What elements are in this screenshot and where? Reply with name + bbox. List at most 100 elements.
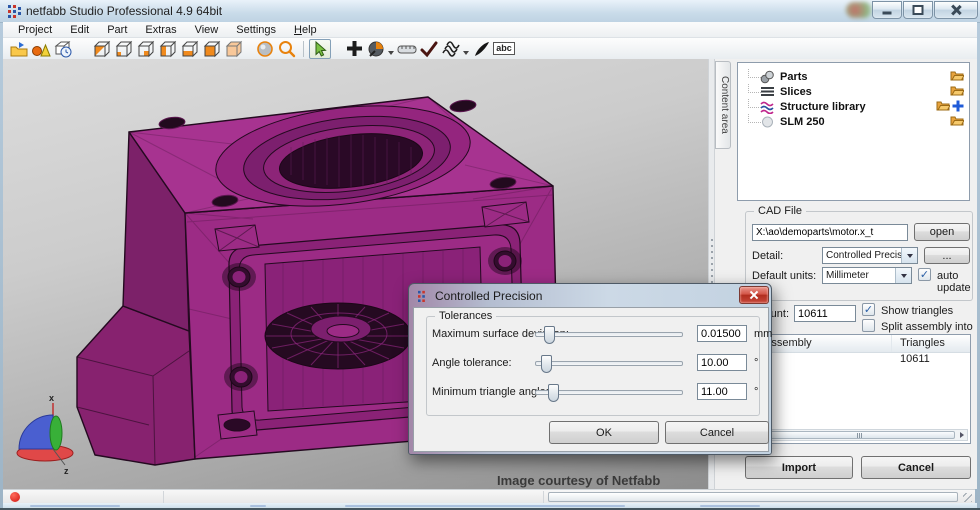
add-structure-plus-icon[interactable] <box>952 100 964 112</box>
panel-cancel-button[interactable]: Cancel <box>861 456 971 479</box>
slider-thumb[interactable] <box>541 355 552 373</box>
arrow-right-icon <box>959 432 964 438</box>
view-cube-3-button[interactable] <box>134 39 156 59</box>
new-primitives-button[interactable] <box>30 39 52 59</box>
desktop-artifact <box>700 505 760 507</box>
view-cube-6-button[interactable] <box>200 39 222 59</box>
tree-item-slm-250[interactable]: SLM 250 <box>738 114 969 129</box>
dialog-cancel-button[interactable]: Cancel <box>665 421 769 444</box>
status-bar <box>3 489 975 503</box>
angle-tolerance-label: Angle tolerance: <box>432 357 512 369</box>
support-dropdown-icon[interactable] <box>463 50 469 55</box>
status-separator <box>163 491 164 503</box>
part-history-button[interactable] <box>52 39 74 59</box>
table-horizontal-scrollbar[interactable] <box>762 429 968 441</box>
resize-grip[interactable] <box>963 493 972 502</box>
title-bar[interactable]: netfabb Studio Professional 4.9 64bit <box>0 0 980 23</box>
menu-settings[interactable]: Settings <box>227 24 285 36</box>
tree-connector <box>748 84 761 93</box>
toolbar: abc <box>3 38 977 60</box>
view-cube-1-button[interactable] <box>90 39 112 59</box>
zoom-tool-button[interactable] <box>276 39 298 59</box>
menu-view[interactable]: View <box>186 24 228 36</box>
desktop-artifact <box>345 505 625 507</box>
import-button[interactable]: Import <box>745 456 853 479</box>
mm-unit-label: mm <box>754 328 773 340</box>
primitives-icon <box>32 43 51 56</box>
detail-combo[interactable]: Controlled Precision <box>822 247 918 264</box>
dialog-close-button[interactable] <box>739 286 769 304</box>
repair-dropdown-icon[interactable] <box>388 50 394 55</box>
view-cube-7-button[interactable] <box>222 39 244 59</box>
repair-tool-button[interactable] <box>365 39 387 59</box>
restore-button[interactable] <box>903 1 933 19</box>
view-cube-2-button[interactable] <box>112 39 134 59</box>
view-cube-5-button[interactable] <box>178 39 200 59</box>
controlled-precision-dialog[interactable]: Controlled Precision Tolerances Maximum … <box>408 283 772 455</box>
move-part-button[interactable] <box>343 39 365 59</box>
min-triangle-angle-value[interactable] <box>697 383 747 400</box>
close-button[interactable] <box>934 1 978 19</box>
close-icon <box>951 5 961 15</box>
menu-project[interactable]: Project <box>9 24 61 36</box>
angle-tolerance-slider[interactable] <box>535 355 683 373</box>
open-folder-icon[interactable] <box>950 115 964 126</box>
minimize-button[interactable] <box>872 1 902 19</box>
units-combo[interactable]: Millimeter <box>822 267 912 284</box>
table-row[interactable]: 10611 <box>760 353 970 369</box>
glass-reflection <box>846 2 872 18</box>
shading-sphere-button[interactable] <box>254 39 276 59</box>
max-surface-deviation-slider[interactable] <box>535 326 683 344</box>
ok-button[interactable]: OK <box>549 421 659 444</box>
detail-more-button[interactable]: ... <box>924 247 970 264</box>
desktop-artifact <box>250 505 266 507</box>
cube-clock-icon <box>54 40 72 57</box>
angle-tolerance-value[interactable] <box>697 354 747 371</box>
open-folder-icon[interactable] <box>950 85 964 96</box>
min-triangle-angle-slider[interactable] <box>535 384 683 402</box>
combo-arrow-icon <box>901 248 917 263</box>
tree-item-slices[interactable]: Slices <box>738 84 969 99</box>
machine-icon <box>762 116 773 127</box>
menu-extras[interactable]: Extras <box>136 24 185 36</box>
close-icon <box>750 291 758 299</box>
axis-z-label: z <box>64 466 69 476</box>
tree-item-parts[interactable]: Parts <box>738 69 969 84</box>
view-cube-4-button[interactable] <box>156 39 178 59</box>
column-header-assembly[interactable]: Assembly <box>760 335 892 352</box>
image-credit: Image courtesy of Netfabb <box>497 473 661 488</box>
cad-path-input[interactable] <box>752 224 908 241</box>
measure-tool-button[interactable] <box>396 39 418 59</box>
validate-check-button[interactable] <box>418 39 440 59</box>
open-project-button[interactable] <box>8 39 30 59</box>
split-assembly-checkbox[interactable] <box>862 319 875 332</box>
tree-connector <box>748 99 761 108</box>
tree-item-structure-library[interactable]: Structure library <box>738 99 969 114</box>
column-header-triangles[interactable]: Triangles <box>892 335 970 352</box>
degree-unit-label: ° <box>754 357 759 369</box>
min-triangle-angle-label: Minimum triangle angle: <box>432 386 549 398</box>
slider-thumb[interactable] <box>548 384 559 402</box>
tree-connector <box>748 69 761 78</box>
select-cursor-button[interactable] <box>309 38 331 59</box>
scroll-right-button[interactable] <box>956 430 967 440</box>
open-folder-icon[interactable] <box>936 100 950 111</box>
slider-thumb[interactable] <box>544 326 555 344</box>
context-area-tab[interactable]: Content area <box>715 61 731 149</box>
menu-help[interactable]: Help <box>285 24 326 36</box>
status-indicator-icon <box>10 492 20 502</box>
dialog-content: Tolerances Maximum surface deviation: mm… <box>413 307 773 452</box>
text-label-button[interactable]: abc <box>493 39 515 59</box>
axis-x-label: x <box>49 393 54 403</box>
scrollbar-thumb[interactable] <box>764 431 955 439</box>
triangle-count-field[interactable] <box>794 305 856 322</box>
open-folder-icon[interactable] <box>950 70 964 81</box>
menu-edit[interactable]: Edit <box>61 24 98 36</box>
auto-update-checkbox[interactable]: ✓ <box>918 268 931 281</box>
annotate-pen-button[interactable] <box>471 39 493 59</box>
open-cad-button[interactable]: open <box>914 223 970 241</box>
support-structure-button[interactable] <box>440 39 462 59</box>
max-surface-deviation-value[interactable] <box>697 325 747 342</box>
menu-part[interactable]: Part <box>98 24 136 36</box>
show-triangles-checkbox[interactable]: ✓ <box>862 303 875 316</box>
